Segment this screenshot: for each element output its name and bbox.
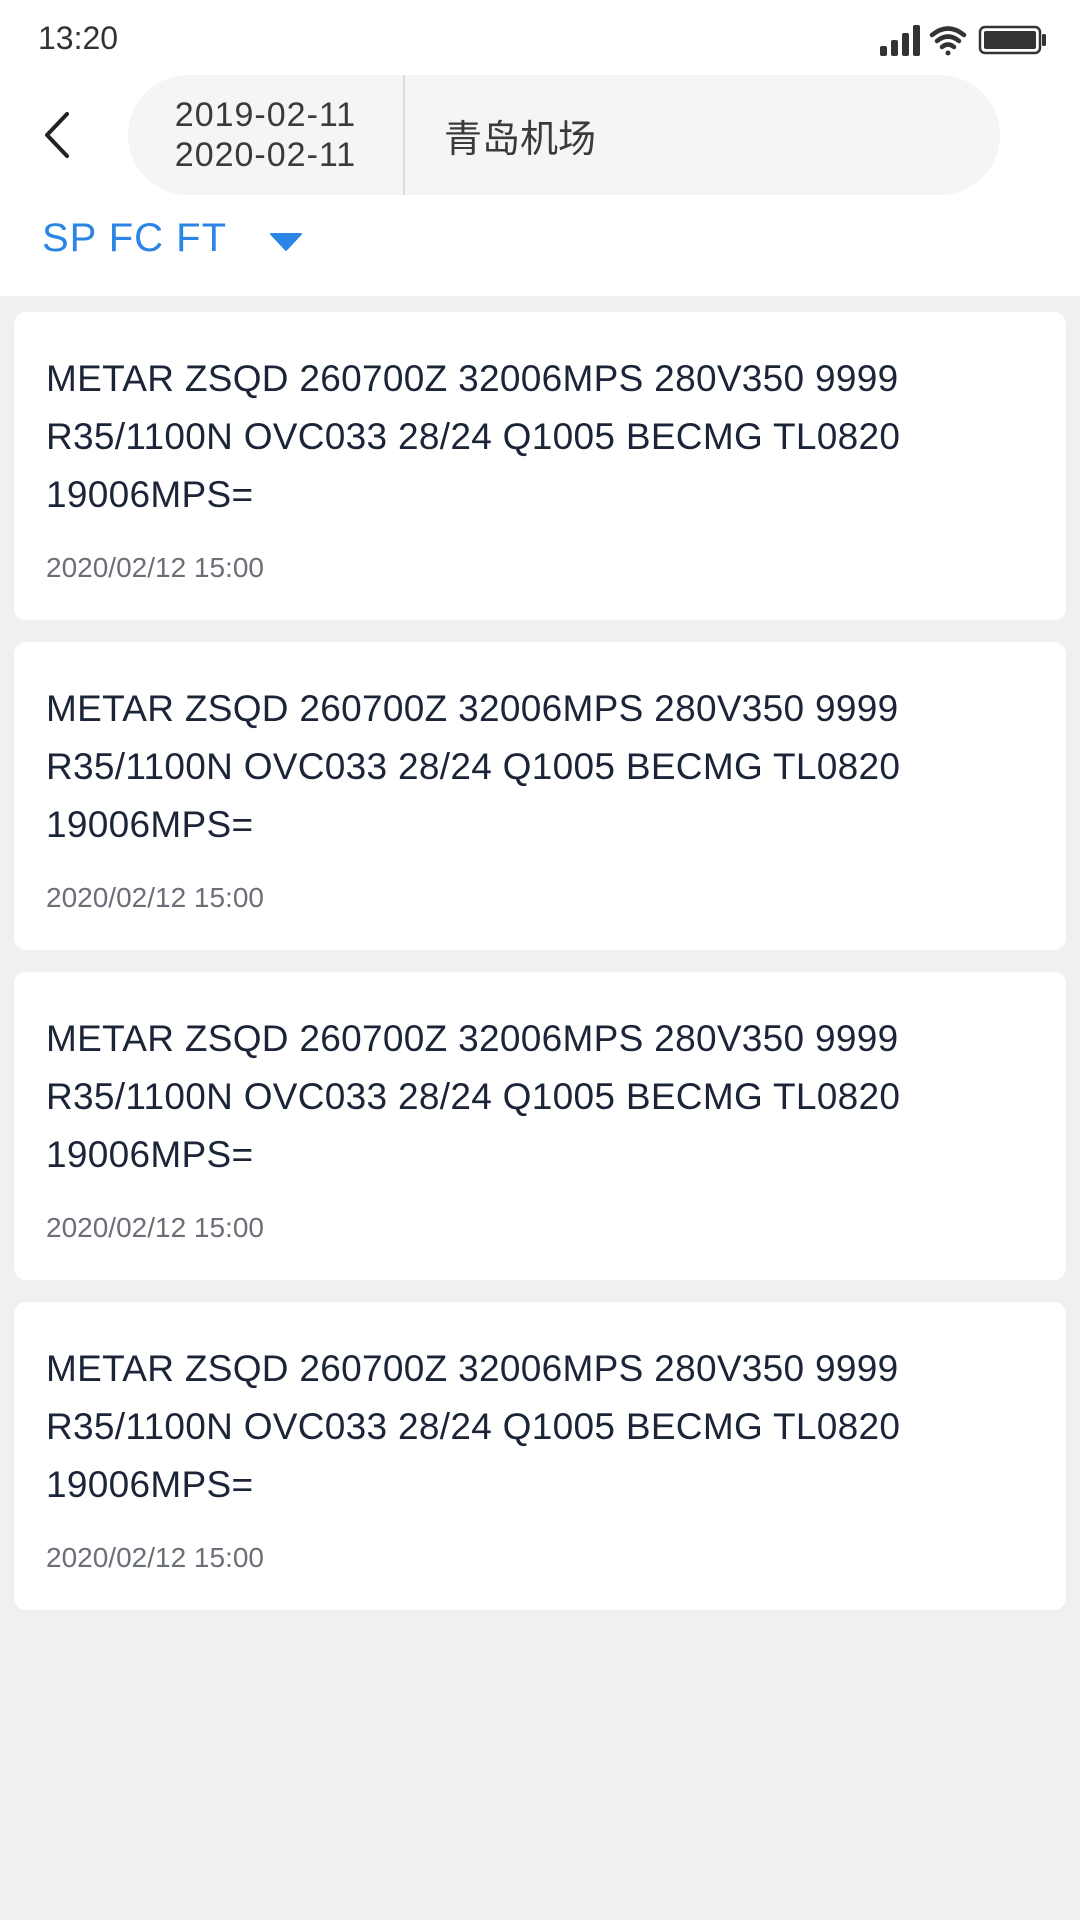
filter-label: SP FC FT [42,216,228,260]
signal-icon [880,25,920,56]
header-panel: 13:20 2019-02-11 2020-02-11 青岛机场 SP FC F… [0,0,1080,296]
report-text: METAR ZSQD 260700Z 32006MPS 280V350 9999… [46,680,1006,854]
report-time: 2020/02/12 15:00 [46,882,264,913]
report-card[interactable]: METAR ZSQD 260700Z 32006MPS 280V350 9999… [14,1302,1066,1610]
report-line: R35/1100N OVC033 28/24 Q1005 BECMG TL082… [46,1406,901,1447]
report-type-filter[interactable]: SP FC FT [42,216,303,261]
caret-down-icon [270,232,303,251]
report-line: 19006MPS= [46,474,254,515]
report-line: METAR ZSQD 260700Z 32006MPS 280V350 9999 [46,358,899,399]
report-time: 2020/02/12 15:00 [46,1542,264,1573]
report-line: R35/1100N OVC033 28/24 Q1005 BECMG TL082… [46,1076,901,1117]
chevron-left-icon [45,112,69,158]
back-button[interactable] [26,100,88,170]
status-icons [880,22,1050,58]
report-line: METAR ZSQD 260700Z 32006MPS 280V350 9999 [46,688,899,729]
report-line: R35/1100N OVC033 28/24 Q1005 BECMG TL082… [46,746,901,787]
report-time: 2020/02/12 15:00 [46,552,264,583]
date-range-picker[interactable]: 2019-02-11 2020-02-11 [128,75,405,195]
date-start: 2019-02-11 [174,96,357,134]
status-time: 13:20 [38,20,119,56]
battery-icon [978,25,1046,55]
search-bar: 2019-02-11 2020-02-11 青岛机场 [128,75,1000,195]
airport-field[interactable]: 青岛机场 [444,75,596,195]
report-line: R35/1100N OVC033 28/24 Q1005 BECMG TL082… [46,416,901,457]
report-card[interactable]: METAR ZSQD 260700Z 32006MPS 280V350 9999… [14,312,1066,620]
report-text: METAR ZSQD 260700Z 32006MPS 280V350 9999… [46,1010,1006,1184]
report-card[interactable]: METAR ZSQD 260700Z 32006MPS 280V350 9999… [14,972,1066,1280]
report-line: 19006MPS= [46,804,254,845]
date-end: 2020-02-11 [174,136,357,174]
report-text: METAR ZSQD 260700Z 32006MPS 280V350 9999… [46,1340,1006,1514]
wifi-icon [929,26,967,56]
report-line: 19006MPS= [46,1134,254,1175]
report-time: 2020/02/12 15:00 [46,1212,264,1243]
report-line: 19006MPS= [46,1464,254,1505]
report-text: METAR ZSQD 260700Z 32006MPS 280V350 9999… [46,350,1006,524]
report-line: METAR ZSQD 260700Z 32006MPS 280V350 9999 [46,1018,899,1059]
report-line: METAR ZSQD 260700Z 32006MPS 280V350 9999 [46,1348,899,1389]
report-list: METAR ZSQD 260700Z 32006MPS 280V350 9999… [14,312,1066,1632]
report-card[interactable]: METAR ZSQD 260700Z 32006MPS 280V350 9999… [14,642,1066,950]
